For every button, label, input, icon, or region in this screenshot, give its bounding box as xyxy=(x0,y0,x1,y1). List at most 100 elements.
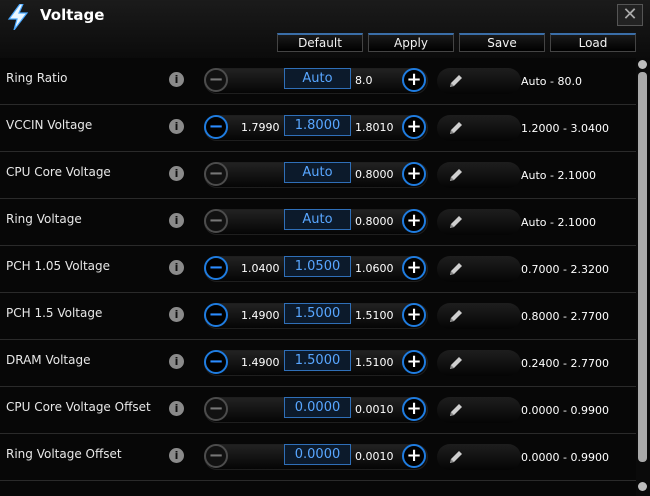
decrease-button[interactable]: − xyxy=(204,444,228,468)
increase-button[interactable]: + xyxy=(402,350,426,374)
minus-icon: − xyxy=(208,163,224,184)
setting-label: Ring Voltage xyxy=(6,212,82,226)
decrease-button[interactable]: − xyxy=(204,350,228,374)
value-input[interactable]: Auto xyxy=(284,68,351,89)
decrease-button[interactable]: − xyxy=(204,115,228,139)
load-button[interactable]: Load xyxy=(550,33,636,52)
max-step-value: 0.0010 xyxy=(355,450,394,463)
value-range: Auto - 2.1000 xyxy=(521,169,596,182)
plus-icon: + xyxy=(406,304,422,325)
scroll-up-button[interactable] xyxy=(638,60,647,69)
info-icon[interactable]: i xyxy=(169,354,184,369)
increase-button[interactable]: + xyxy=(402,209,426,233)
setting-row: PCH 1.05 Voltage i − 1.0400 1.0500 1.0600 +0.7… xyxy=(0,246,636,293)
setting-label: CPU Core Voltage Offset xyxy=(6,400,151,414)
pencil-icon[interactable] xyxy=(448,214,464,230)
max-step-value: 8.0 xyxy=(355,74,373,87)
pencil-icon[interactable] xyxy=(448,402,464,418)
decrease-button[interactable]: − xyxy=(204,303,228,327)
decrease-button[interactable]: − xyxy=(204,397,228,421)
value-range: 0.7000 - 2.3200 xyxy=(521,263,609,276)
minus-icon: − xyxy=(208,304,224,325)
minus-icon: − xyxy=(208,445,224,466)
save-button[interactable]: Save xyxy=(459,33,545,52)
value-input[interactable]: Auto xyxy=(284,162,351,183)
scroll-down-button[interactable] xyxy=(638,482,647,491)
setting-row: CPU Core Voltage i − Auto 0.8000 + Auto - 2.10… xyxy=(0,152,636,199)
plus-icon: + xyxy=(406,210,422,231)
decrease-button[interactable]: − xyxy=(204,162,228,186)
decrease-button[interactable]: − xyxy=(204,68,228,92)
value-input[interactable]: 1.8000 xyxy=(284,115,351,136)
setting-row: Ring Voltage Offset i − 0.0000 0.0010 +0.0000… xyxy=(0,434,636,481)
apply-button[interactable]: Apply xyxy=(368,33,454,52)
pencil-icon[interactable] xyxy=(448,120,464,136)
value-input[interactable]: 1.0500 xyxy=(284,256,351,277)
pencil-icon[interactable] xyxy=(448,449,464,465)
min-step-value: 1.0400 xyxy=(241,262,280,275)
increase-button[interactable]: + xyxy=(402,162,426,186)
info-icon[interactable]: i xyxy=(169,260,184,275)
plus-icon: + xyxy=(406,398,422,419)
pencil-icon[interactable] xyxy=(448,73,464,89)
scrollbar-thumb[interactable] xyxy=(638,72,647,462)
value-input[interactable]: Auto xyxy=(284,209,351,230)
plus-icon: + xyxy=(406,163,422,184)
value-range: Auto - 2.1000 xyxy=(521,216,596,229)
pencil-icon[interactable] xyxy=(448,261,464,277)
info-icon[interactable]: i xyxy=(169,72,184,87)
pencil-icon[interactable] xyxy=(448,308,464,324)
decrease-button[interactable]: − xyxy=(204,256,228,280)
increase-button[interactable]: + xyxy=(402,397,426,421)
max-step-value: 1.5100 xyxy=(355,309,394,322)
close-button[interactable]: ✕ xyxy=(617,4,643,26)
setting-label: DRAM Voltage xyxy=(6,353,91,367)
increase-button[interactable]: + xyxy=(402,444,426,468)
increase-button[interactable]: + xyxy=(402,303,426,327)
info-icon[interactable]: i xyxy=(169,448,184,463)
pencil-icon[interactable] xyxy=(448,355,464,371)
plus-icon: + xyxy=(406,351,422,372)
minus-icon: − xyxy=(208,257,224,278)
setting-label: CPU Core Voltage xyxy=(6,165,111,179)
value-input[interactable]: 0.0000 xyxy=(284,444,351,465)
decrease-button[interactable]: − xyxy=(204,209,228,233)
increase-button[interactable]: + xyxy=(402,256,426,280)
value-range: 1.2000 - 3.0400 xyxy=(521,122,609,135)
pencil-icon[interactable] xyxy=(448,167,464,183)
increase-button[interactable]: + xyxy=(402,68,426,92)
value-input[interactable]: 1.5000 xyxy=(284,350,351,371)
plus-icon: + xyxy=(406,257,422,278)
max-step-value: 1.0600 xyxy=(355,262,394,275)
max-step-value: 0.0010 xyxy=(355,403,394,416)
plus-icon: + xyxy=(406,116,422,137)
value-range: 0.0000 - 0.9900 xyxy=(521,404,609,417)
info-icon[interactable]: i xyxy=(169,213,184,228)
value-range: 0.2400 - 2.7700 xyxy=(521,357,609,370)
plus-icon: + xyxy=(406,445,422,466)
close-icon: ✕ xyxy=(622,4,638,25)
info-icon[interactable]: i xyxy=(169,307,184,322)
info-icon[interactable]: i xyxy=(169,401,184,416)
max-step-value: 1.5100 xyxy=(355,356,394,369)
lightning-icon xyxy=(7,4,29,30)
setting-label: Ring Voltage Offset xyxy=(6,447,122,461)
setting-row: DRAM Voltage i − 1.4900 1.5000 1.5100 +0.2400 … xyxy=(0,340,636,387)
setting-row: Ring Ratio i − Auto 8.0 + Auto - 80.0 xyxy=(0,58,636,105)
setting-row: VCCIN Voltage i − 1.7990 1.8000 1.8010 +1.2000… xyxy=(0,105,636,152)
title-bar: Voltage ✕ Default Apply Save Load xyxy=(0,0,650,58)
info-icon[interactable]: i xyxy=(169,119,184,134)
setting-label: VCCIN Voltage xyxy=(6,118,93,132)
scrollbar[interactable] xyxy=(636,58,650,496)
setting-row: PCH 1.5 Voltage i − 1.4900 1.5000 1.5100 +0.80… xyxy=(0,293,636,340)
value-input[interactable]: 1.5000 xyxy=(284,303,351,324)
minus-icon: − xyxy=(208,351,224,372)
increase-button[interactable]: + xyxy=(402,115,426,139)
value-input[interactable]: 0.0000 xyxy=(284,397,351,418)
info-icon[interactable]: i xyxy=(169,166,184,181)
value-range: 0.0000 - 0.9900 xyxy=(521,451,609,464)
default-button[interactable]: Default xyxy=(277,33,363,52)
max-step-value: 1.8010 xyxy=(355,121,394,134)
voltage-settings-list: Ring Ratio i − Auto 8.0 + Auto - 80.0 VCCIN Vol… xyxy=(0,58,636,496)
value-range: 0.8000 - 2.7700 xyxy=(521,310,609,323)
